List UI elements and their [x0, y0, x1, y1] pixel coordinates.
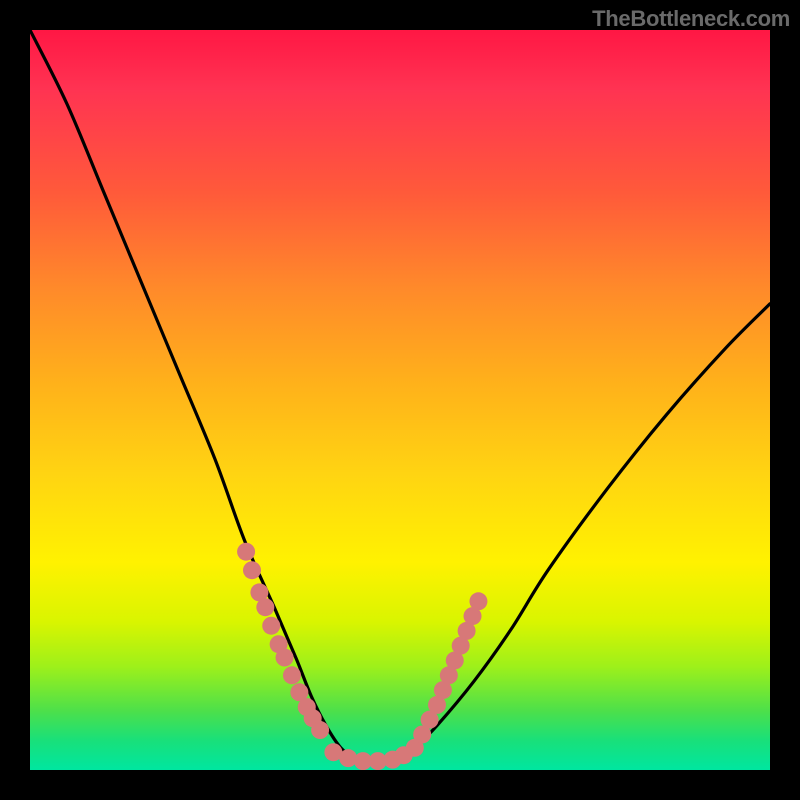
plot-area: [30, 30, 770, 770]
marker-dot: [283, 666, 301, 684]
marker-dot: [243, 561, 261, 579]
chart-overlay: [30, 30, 770, 770]
marker-dot: [276, 649, 294, 667]
marker-dot: [237, 543, 255, 561]
marker-dot: [262, 617, 280, 635]
marker-dot: [256, 598, 274, 616]
marker-dots: [237, 543, 487, 770]
chart-frame: TheBottleneck.com: [0, 0, 800, 800]
marker-dot: [469, 592, 487, 610]
marker-dot: [339, 749, 357, 767]
bottleneck-curve: [30, 30, 770, 763]
marker-dot: [311, 721, 329, 739]
credit-text: TheBottleneck.com: [592, 6, 790, 32]
